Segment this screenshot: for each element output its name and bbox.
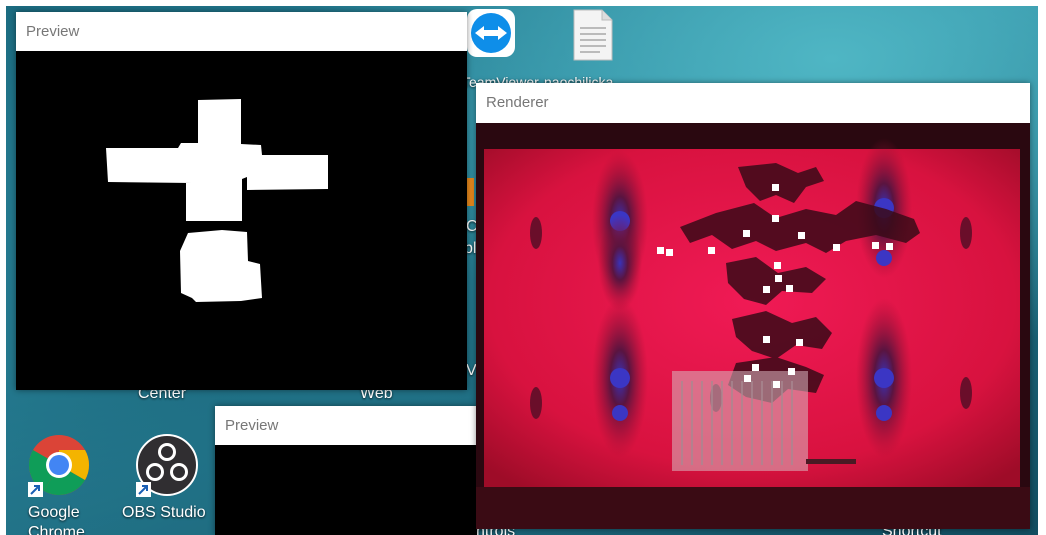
renderer-title: Renderer: [486, 94, 549, 111]
preview-small-canvas: [215, 445, 477, 535]
obs-studio-label[interactable]: OBS Studio: [122, 504, 206, 522]
renderer-titlebar[interactable]: Renderer: [476, 83, 1030, 123]
desktop-background: TeamViewer naochilicka Center Web C bl V…: [6, 6, 1038, 535]
preview-small-titlebar[interactable]: Preview: [215, 406, 477, 445]
preview-mask-image: [16, 51, 467, 390]
renderer-window[interactable]: Renderer: [476, 83, 1030, 529]
renderer-canvas: [476, 123, 1030, 529]
obs-studio-icon[interactable]: [134, 432, 200, 498]
teamviewer-icon[interactable]: [464, 6, 518, 60]
chrome-label-line2[interactable]: Chrome: [28, 524, 85, 535]
preview-small-window[interactable]: Preview: [215, 406, 477, 535]
document-icon[interactable]: [572, 8, 614, 62]
preview-mask-canvas: [16, 51, 467, 390]
chrome-label[interactable]: Google: [28, 504, 80, 522]
chrome-icon[interactable]: [26, 432, 92, 498]
renderer-projection-image: [476, 123, 1030, 529]
preview-main-title: Preview: [26, 23, 80, 40]
preview-small-title: Preview: [225, 417, 279, 434]
preview-main-window[interactable]: Preview: [16, 12, 467, 390]
preview-main-titlebar[interactable]: Preview: [16, 12, 467, 51]
